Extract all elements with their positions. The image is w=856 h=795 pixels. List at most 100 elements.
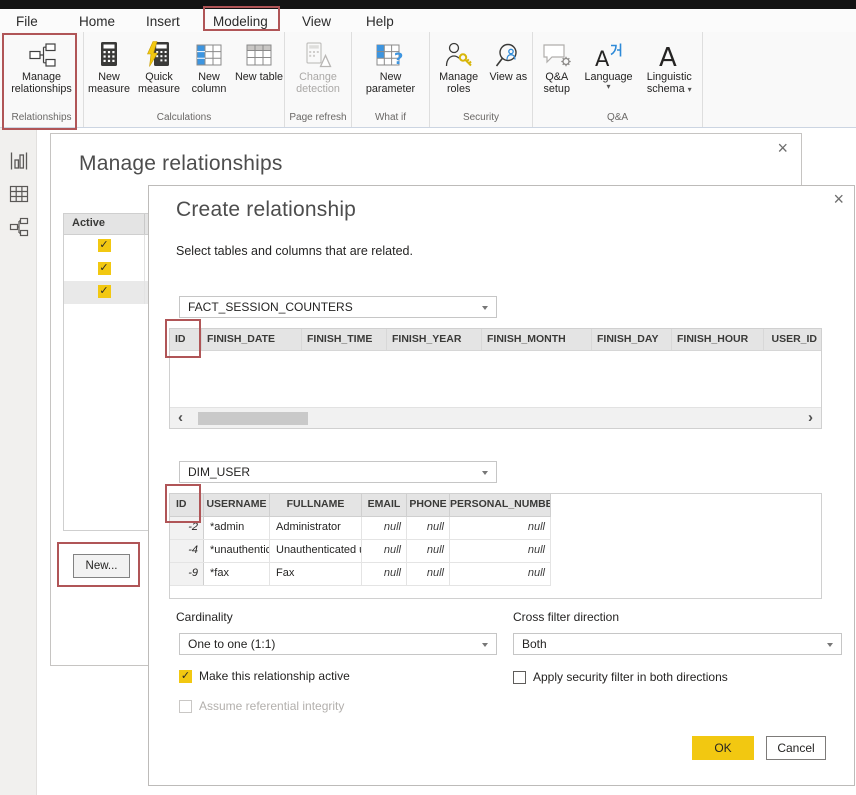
table1-column-finish-date[interactable]: FINISH_DATE xyxy=(202,329,302,350)
cell-fullname[interactable]: Administrator xyxy=(270,517,362,539)
menu-tab-home[interactable]: Home xyxy=(79,14,115,29)
language-icon: A xyxy=(594,38,624,71)
make-relationship-active-option[interactable]: Make this relationship active xyxy=(179,669,350,683)
active-checkbox[interactable] xyxy=(98,239,111,252)
view-sidebar xyxy=(0,128,37,795)
scroll-right-icon[interactable]: › xyxy=(808,409,813,426)
model-view-icon[interactable] xyxy=(0,210,37,243)
new-measure-label: New measure xyxy=(84,71,134,96)
cancel-button[interactable]: Cancel xyxy=(766,736,826,760)
scrollbar-thumb[interactable] xyxy=(198,412,308,425)
table1-column-user-id[interactable]: USER_ID xyxy=(764,329,821,350)
table1-horizontal-scrollbar[interactable]: ‹ › xyxy=(170,407,821,428)
cell-username[interactable]: *unauthenticated xyxy=(204,540,270,562)
table1-column-finish-month[interactable]: FINISH_MONTH xyxy=(482,329,592,350)
manage-roles-icon xyxy=(444,38,474,71)
svg-text:?: ? xyxy=(394,49,403,67)
cardinality-label: Cardinality xyxy=(176,610,233,624)
checked-checkbox[interactable] xyxy=(179,670,192,683)
cell-email[interactable]: null xyxy=(362,563,407,585)
cell-phone[interactable]: null xyxy=(407,540,450,562)
manage-relationships-button[interactable]: Manage relationships xyxy=(5,38,79,96)
cell-id[interactable]: -9 xyxy=(170,563,204,585)
cell-phone[interactable]: null xyxy=(407,563,450,585)
table2-selector[interactable]: DIM_USER xyxy=(179,461,497,483)
cell-username[interactable]: *admin xyxy=(204,517,270,539)
table2-header-row: ID USERNAME FULLNAME EMAIL PHONE PERSONA… xyxy=(170,494,551,517)
cell-id[interactable]: -4 xyxy=(170,540,204,562)
cell-personal-number[interactable]: null xyxy=(450,563,551,585)
menu-tab-help[interactable]: Help xyxy=(366,14,394,29)
linguistic-schema-button[interactable]: A Linguistic schema ▾ xyxy=(638,38,700,96)
new-relationship-button[interactable]: New... xyxy=(73,554,130,578)
language-button[interactable]: A Language ▾ xyxy=(581,38,637,91)
table2-column-phone[interactable]: PHONE xyxy=(407,494,450,516)
powerbi-window: File Home Insert Modeling View Help xyxy=(0,0,856,795)
menu-tab-modeling[interactable]: Modeling xyxy=(213,14,268,29)
table2-column-id[interactable]: ID xyxy=(170,494,204,516)
table1-column-finish-hour[interactable]: FINISH_HOUR xyxy=(672,329,764,350)
cell-fullname[interactable]: Fax xyxy=(270,563,362,585)
chevron-down-icon: ▾ xyxy=(606,83,610,91)
manage-roles-button[interactable]: Manage roles xyxy=(433,38,485,96)
table2-row[interactable]: -2 *admin Administrator null null null xyxy=(170,517,551,540)
quick-measure-button[interactable]: Quick measure xyxy=(134,38,184,96)
report-view-icon[interactable] xyxy=(0,144,37,177)
cell-phone[interactable]: null xyxy=(407,517,450,539)
new-parameter-label: New parameter xyxy=(361,71,421,96)
menu-tab-insert[interactable]: Insert xyxy=(146,14,180,29)
table1-column-finish-year[interactable]: FINISH_YEAR xyxy=(387,329,482,350)
close-icon[interactable]: × xyxy=(777,139,788,157)
ribbon-group-calculations: New measure Quick measure xyxy=(84,32,285,127)
table2-column-fullname[interactable]: FULLNAME xyxy=(270,494,362,516)
table1-column-finish-day[interactable]: FINISH_DAY xyxy=(592,329,672,350)
table1-selector[interactable]: FACT_SESSION_COUNTERS xyxy=(179,296,497,318)
apply-security-filter-option[interactable]: Apply security filter in both directions xyxy=(513,670,728,684)
active-checkbox[interactable] xyxy=(98,262,111,275)
cell-id[interactable]: -2 xyxy=(170,517,204,539)
cardinality-value: One to one (1:1) xyxy=(188,637,275,651)
qa-setup-label: Q&A setup xyxy=(535,71,579,96)
svg-text:A: A xyxy=(659,43,677,69)
qa-setup-button[interactable]: Q&A setup xyxy=(535,38,579,96)
new-parameter-button[interactable]: ? New parameter xyxy=(361,38,421,96)
cross-filter-value: Both xyxy=(522,637,547,651)
table1-column-id[interactable]: ID xyxy=(170,329,202,350)
table2-row[interactable]: -9 *fax Fax null null null xyxy=(170,563,551,586)
manage-roles-label: Manage roles xyxy=(433,71,485,96)
cell-fullname[interactable]: Unauthenticated user xyxy=(270,540,362,562)
new-column-button[interactable]: New column xyxy=(184,38,234,96)
menu-bar: File Home Insert Modeling View Help xyxy=(0,9,856,32)
table2-row[interactable]: -4 *unauthenticated Unauthenticated user… xyxy=(170,540,551,563)
new-column-label: New column xyxy=(184,71,234,96)
table2-column-personal-number[interactable]: PERSONAL_NUMBER xyxy=(450,494,551,516)
cell-email[interactable]: null xyxy=(362,517,407,539)
new-measure-button[interactable]: New measure xyxy=(84,38,134,96)
cross-filter-dropdown[interactable]: Both xyxy=(513,633,842,655)
title-bar xyxy=(0,0,856,9)
cardinality-dropdown[interactable]: One to one (1:1) xyxy=(179,633,497,655)
group-label-relationships: Relationships xyxy=(0,112,83,127)
change-detection-button[interactable]: Change detection xyxy=(292,38,344,96)
unchecked-checkbox[interactable] xyxy=(513,671,526,684)
new-table-label: New table xyxy=(235,71,283,83)
menu-tab-file[interactable]: File xyxy=(16,14,38,29)
new-table-button[interactable]: New table xyxy=(234,38,284,83)
ribbon-group-qa: Q&A setup A Language ▾ xyxy=(533,32,703,127)
active-checkbox[interactable] xyxy=(98,285,111,298)
scroll-left-icon[interactable]: ‹ xyxy=(178,409,183,426)
table1-header-row: ID FINISH_DATE FINISH_TIME FINISH_YEAR F… xyxy=(170,329,821,351)
close-icon[interactable]: × xyxy=(833,190,844,208)
view-as-button[interactable]: View as xyxy=(487,38,529,83)
cell-personal-number[interactable]: null xyxy=(450,540,551,562)
data-view-icon[interactable] xyxy=(0,177,37,210)
table2-column-email[interactable]: EMAIL xyxy=(362,494,407,516)
menu-tab-view[interactable]: View xyxy=(302,14,331,29)
table2-column-username[interactable]: USERNAME xyxy=(204,494,270,516)
table1-column-finish-time[interactable]: FINISH_TIME xyxy=(302,329,387,350)
cell-username[interactable]: *fax xyxy=(204,563,270,585)
ok-button[interactable]: OK xyxy=(692,736,754,760)
group-label-qa: Q&A xyxy=(533,112,702,127)
cell-email[interactable]: null xyxy=(362,540,407,562)
cell-personal-number[interactable]: null xyxy=(450,517,551,539)
